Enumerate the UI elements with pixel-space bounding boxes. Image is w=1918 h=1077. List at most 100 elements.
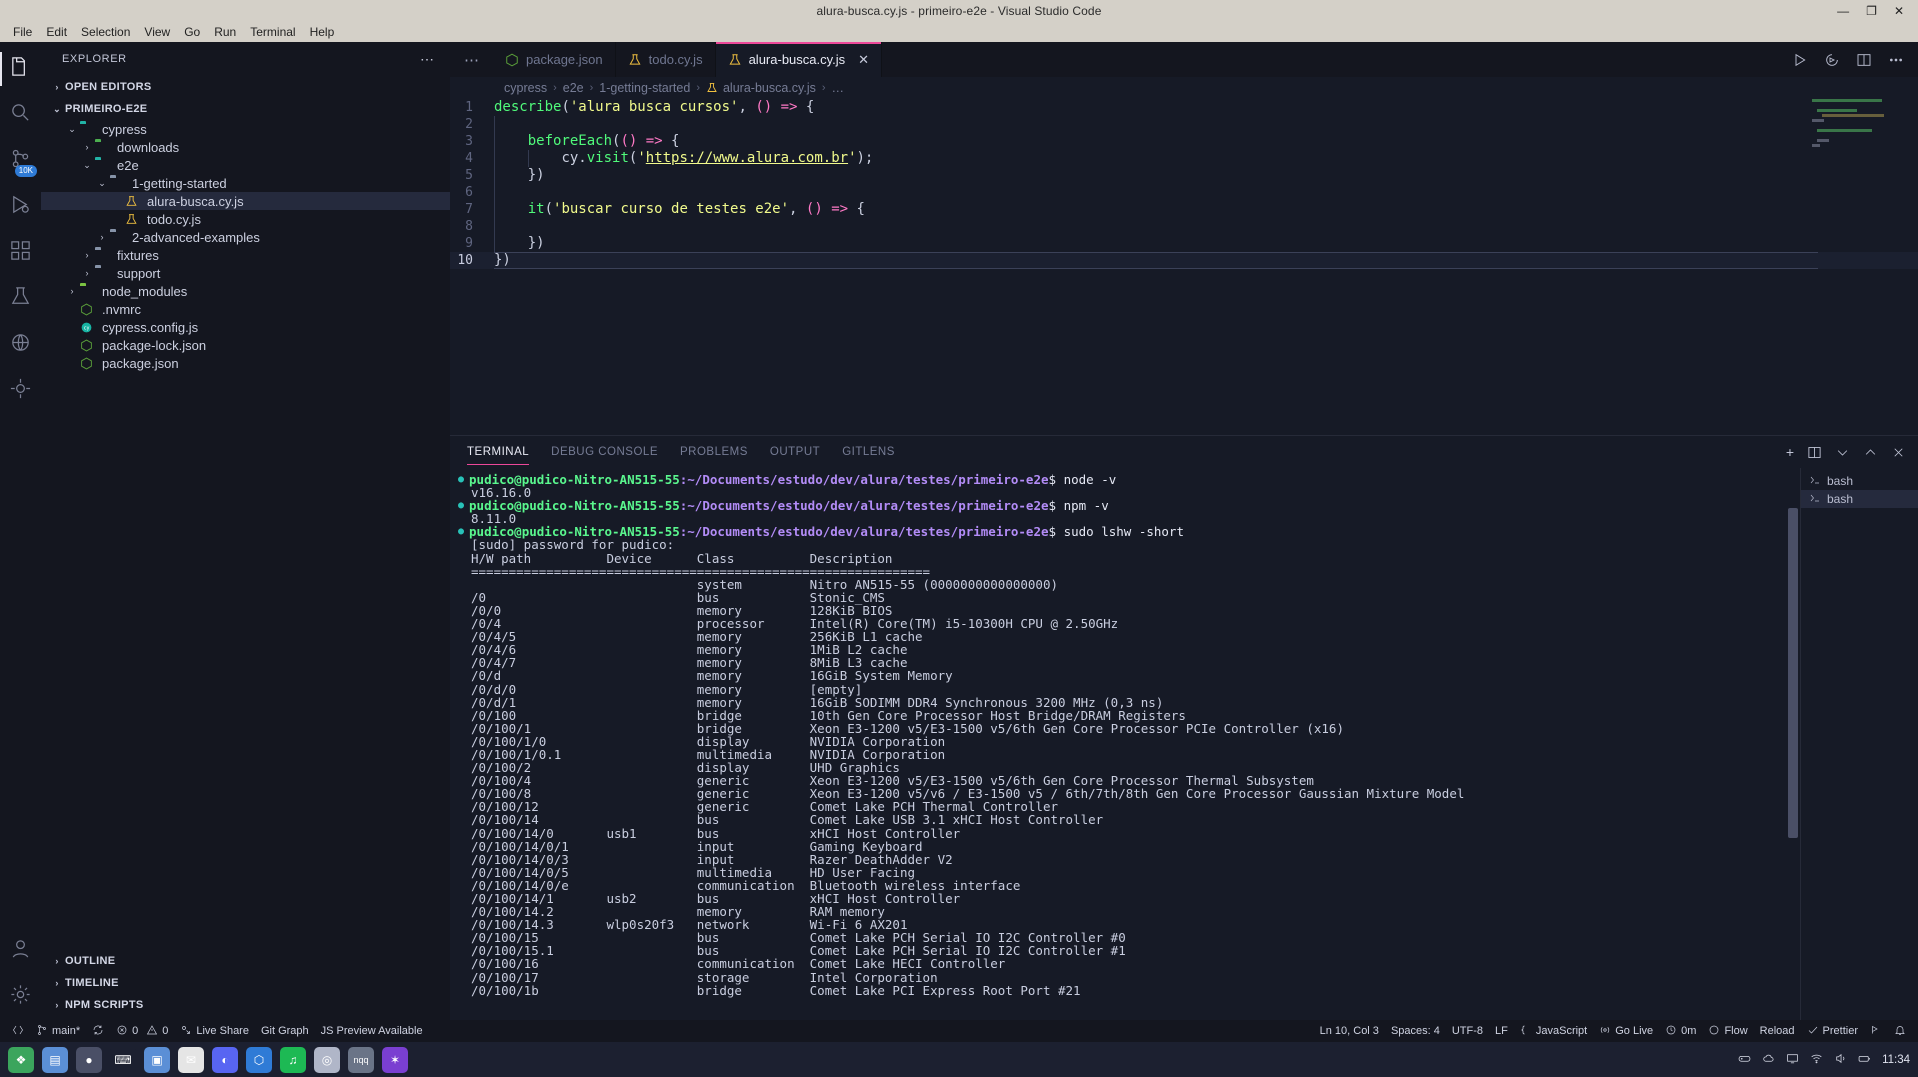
tree-item-support[interactable]: › support: [41, 264, 450, 282]
activity-accounts[interactable]: [0, 928, 41, 974]
close-window-button[interactable]: ✕: [1894, 5, 1904, 17]
game-controller-icon[interactable]: [1738, 1052, 1751, 1068]
panel-tab-debug-console[interactable]: DEBUG CONSOLE: [540, 436, 669, 468]
taskbar-app-insomnia[interactable]: ✶: [382, 1046, 408, 1073]
panel-tab-gitlens[interactable]: GITLENS: [831, 436, 906, 468]
tree-item-2-advanced-examples[interactable]: › 2-advanced-examples: [41, 228, 450, 246]
status-flow[interactable]: Flow: [1702, 1020, 1753, 1042]
section-primeiro-e2e[interactable]: ⌄ PRIMEIRO-E2E: [41, 98, 450, 120]
status-go-live[interactable]: Go Live: [1593, 1020, 1659, 1042]
taskbar-app-vscode[interactable]: ⬡: [246, 1046, 272, 1073]
activity-settings[interactable]: [0, 974, 41, 1020]
editor-tab-todo-cy-js[interactable]: todo.cy.js: [615, 42, 716, 77]
taskbar-app-mail[interactable]: ✉: [178, 1046, 204, 1073]
tree-item-e2e[interactable]: ⌄ e2e: [41, 156, 450, 174]
terminal-scrollbar[interactable]: [1788, 508, 1798, 838]
status-language-mode[interactable]: JavaScript: [1514, 1020, 1593, 1042]
terminal-list-item[interactable]: bash: [1801, 472, 1918, 490]
tree-item--nvmrc[interactable]: .nvmrc: [41, 300, 450, 318]
tree-item-cypress[interactable]: ⌄ cypress: [41, 120, 450, 138]
tree-item-package-json[interactable]: package.json: [41, 354, 450, 372]
menu-file[interactable]: File: [6, 23, 39, 41]
status-encoding[interactable]: UTF-8: [1446, 1020, 1489, 1042]
minimap[interactable]: [1812, 99, 1904, 435]
tree-item-1-getting-started[interactable]: ⌄ 1-getting-started: [41, 174, 450, 192]
activity-remote[interactable]: [0, 322, 41, 368]
status-feedback[interactable]: [1864, 1020, 1888, 1042]
status-sync[interactable]: [86, 1020, 110, 1042]
tree-item-node-modules[interactable]: › node_modules: [41, 282, 450, 300]
editor-tab-package-json[interactable]: package.json: [493, 42, 616, 77]
menu-go[interactable]: Go: [177, 23, 207, 41]
activity-explorer[interactable]: [0, 46, 41, 92]
breadcrumb-item-3[interactable]: alura-busca.cy.js: [706, 81, 816, 95]
activity-gitlens[interactable]: [0, 368, 41, 414]
more-actions-icon[interactable]: [1888, 52, 1904, 68]
activity-extensions[interactable]: [0, 230, 41, 276]
code-editor[interactable]: 1 describe('alura busca cursos', () => {2…: [450, 99, 1918, 435]
tabs-overflow-icon[interactable]: ⋯: [450, 42, 493, 77]
status-eol[interactable]: LF: [1489, 1020, 1514, 1042]
status-git-graph[interactable]: Git Graph: [255, 1020, 315, 1042]
chevron-down-icon[interactable]: [1835, 445, 1850, 460]
activity-search[interactable]: [0, 92, 41, 138]
taskbar-app-start-menu[interactable]: ❖: [8, 1046, 34, 1073]
panel-tab-problems[interactable]: PROBLEMS: [669, 436, 759, 468]
breadcrumb-item-0[interactable]: cypress: [504, 81, 547, 95]
editor-scrollbar[interactable]: [1904, 99, 1918, 435]
tree-item-todo-cy-js[interactable]: todo.cy.js: [41, 210, 450, 228]
activity-run-and-debug[interactable]: [0, 184, 41, 230]
breadcrumb-item-2[interactable]: 1-getting-started: [599, 81, 690, 95]
tree-item-alura-busca-cy-js[interactable]: alura-busca.cy.js: [41, 192, 450, 210]
run-icon[interactable]: [1792, 52, 1808, 68]
tree-item-downloads[interactable]: › downloads: [41, 138, 450, 156]
status-prettier[interactable]: Prettier: [1801, 1020, 1864, 1042]
status-time-tracker[interactable]: 0m: [1659, 1020, 1702, 1042]
taskbar-app-browser[interactable]: ●: [76, 1046, 102, 1073]
status-notifications[interactable]: [1888, 1020, 1912, 1042]
status-cursor-position[interactable]: Ln 10, Col 3: [1314, 1020, 1385, 1042]
status-problems[interactable]: 0 0: [110, 1020, 174, 1042]
taskbar-app-discord[interactable]: ◐: [212, 1046, 238, 1073]
taskbar-app-files[interactable]: ▤: [42, 1046, 68, 1073]
activity-testing[interactable]: [0, 276, 41, 322]
maximize-panel-icon[interactable]: [1863, 445, 1878, 460]
split-terminal-icon[interactable]: [1807, 445, 1822, 460]
panel-tab-output[interactable]: OUTPUT: [759, 436, 831, 468]
network-icon[interactable]: [1810, 1052, 1823, 1068]
taskbar-app-spotify[interactable]: ♫: [280, 1046, 306, 1073]
menu-run[interactable]: Run: [207, 23, 243, 41]
tree-item-fixtures[interactable]: › fixtures: [41, 246, 450, 264]
explorer-more-icon[interactable]: ⋯: [420, 51, 434, 68]
section-timeline[interactable]: › TIMELINE: [41, 972, 450, 994]
split-editor-icon[interactable]: [1856, 52, 1872, 68]
status-indentation[interactable]: Spaces: 4: [1385, 1020, 1446, 1042]
new-terminal-icon[interactable]: +: [1786, 445, 1794, 459]
menu-view[interactable]: View: [137, 23, 177, 41]
battery-icon[interactable]: [1858, 1052, 1871, 1068]
run-debug-icon[interactable]: [1824, 52, 1840, 68]
activity-source-control[interactable]: 10K: [0, 138, 41, 184]
menu-terminal[interactable]: Terminal: [243, 23, 302, 41]
terminal-list-item[interactable]: bash: [1801, 490, 1918, 508]
section-open-editors[interactable]: › OPEN EDITORS: [41, 76, 450, 98]
taskbar-app-obs[interactable]: ◎: [314, 1046, 340, 1073]
status-js-preview[interactable]: JS Preview Available: [315, 1020, 429, 1042]
editor-tab-alura-busca-cy-js[interactable]: alura-busca.cy.js ✕: [715, 42, 883, 77]
taskbar-app-file-manager[interactable]: ▣: [144, 1046, 170, 1073]
tree-item-cypress-config-js[interactable]: cy cypress.config.js: [41, 318, 450, 336]
menu-selection[interactable]: Selection: [74, 23, 137, 41]
panel-tab-terminal[interactable]: TERMINAL: [456, 436, 540, 468]
section-outline[interactable]: › OUTLINE: [41, 950, 450, 972]
status-reload[interactable]: Reload: [1754, 1020, 1801, 1042]
screen-icon[interactable]: [1786, 1052, 1799, 1068]
tree-item-package-lock-json[interactable]: package-lock.json: [41, 336, 450, 354]
close-tab-icon[interactable]: ✕: [858, 52, 869, 68]
menu-edit[interactable]: Edit: [39, 23, 74, 41]
breadcrumb-item-4[interactable]: …: [832, 81, 845, 95]
terminal-output-area[interactable]: ● pudico@pudico-Nitro-AN515-55:~/Document…: [450, 468, 1800, 1020]
taskbar-app-nqq[interactable]: nqq: [348, 1046, 374, 1073]
status-remote[interactable]: [6, 1020, 30, 1042]
cloud-icon[interactable]: [1762, 1052, 1775, 1068]
breadcrumb-item-1[interactable]: e2e: [563, 81, 584, 95]
